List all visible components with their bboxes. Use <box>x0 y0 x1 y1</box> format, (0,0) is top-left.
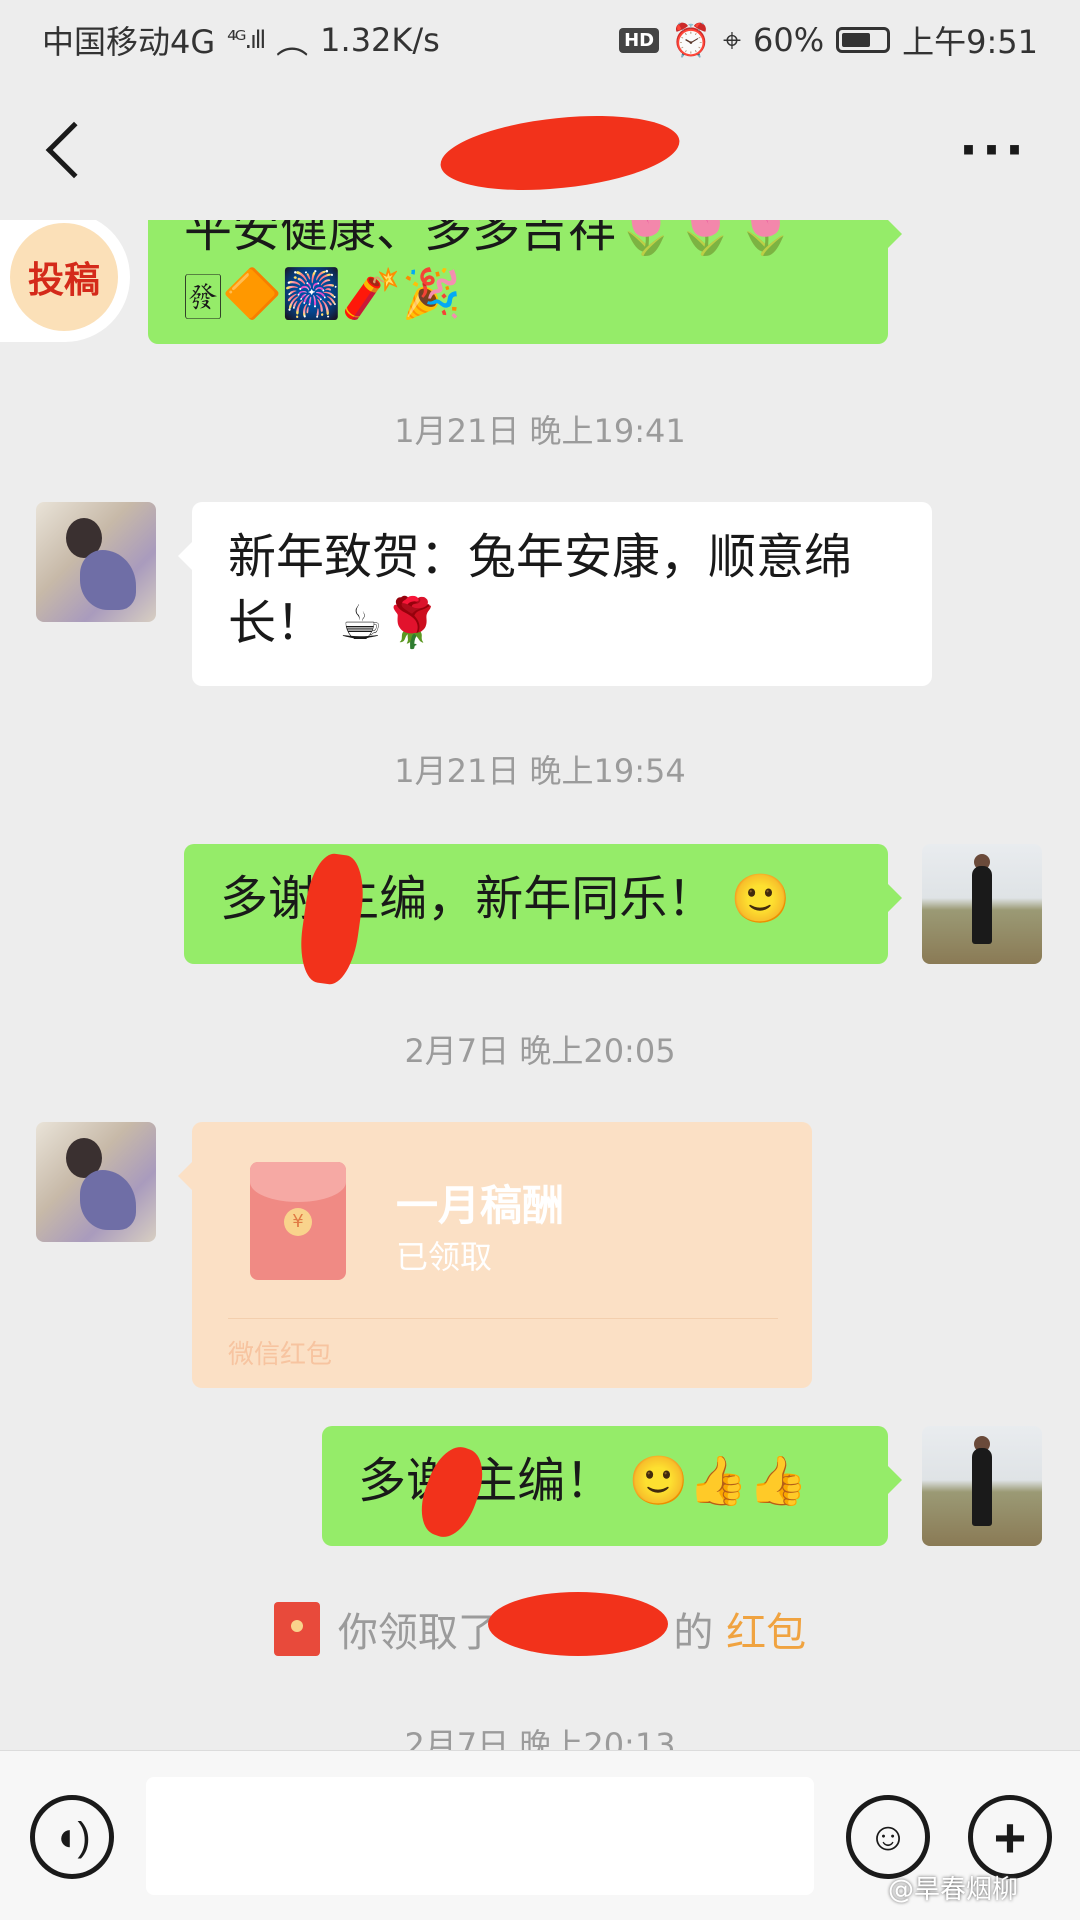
battery-icon <box>836 27 891 53</box>
contact-avatar[interactable] <box>36 502 156 622</box>
submit-badge-label: 投稿 <box>10 223 118 331</box>
hd-icon: HD <box>619 27 660 53</box>
avatar-art <box>972 1448 992 1526</box>
contact-avatar[interactable] <box>36 1122 156 1242</box>
notice-suffix: 的 <box>673 1610 714 1656</box>
system-notice: 你领取了 的 红包 <box>0 1592 1080 1658</box>
chat-messages[interactable]: 平安健康、多多吉祥🌷🌷🌷 🀅🔶🎆🧨🎉 1月21日 晚上19:41 新年致贺：兔年… <box>0 220 1080 1750</box>
back-chevron-icon[interactable] <box>45 121 103 179</box>
red-packet-card[interactable]: ¥ 一月稿酬 已领取 微信红包 <box>178 1122 812 1388</box>
signal-icon: ⁴ᴳ.ıll <box>227 26 266 54</box>
chat-title <box>436 100 684 201</box>
message-bubble-outgoing[interactable]: 平安健康、多多吉祥🌷🌷🌷 🀅🔶🎆🧨🎉 <box>148 220 902 344</box>
watermark: @旱春烟柳 <box>888 1875 1019 1905</box>
timestamp: 1月21日 晚上19:54 <box>394 752 686 790</box>
chat-header: ··· <box>0 80 1080 220</box>
avatar-art <box>80 550 136 610</box>
status-bar: 中国移动4G ⁴ᴳ.ıll ︵ 1.32K/s HD ⏰ ⌖ 60% 上午9:5… <box>0 0 1080 80</box>
self-avatar[interactable] <box>922 1426 1042 1546</box>
message-bubble-outgoing[interactable]: 多谢 主编！ 🙂👍👍 <box>322 1426 902 1546</box>
notice-text: 你领取了 的 红包 <box>337 1592 806 1658</box>
carrier-label: 中国移动4G <box>42 23 216 61</box>
location-icon: ⌖ <box>722 20 741 59</box>
submit-badge[interactable]: 投稿 <box>0 212 130 342</box>
more-options-icon[interactable]: ··· <box>959 121 1028 179</box>
divider <box>228 1318 778 1319</box>
notice-prefix: 你领取了 <box>337 1610 498 1656</box>
timestamp: 2月7日 晚上20:13 <box>404 1726 676 1750</box>
network-speed: 1.32K/s <box>320 21 440 59</box>
message-emoji-line: 🀅🔶🎆🧨🎉 <box>184 266 462 322</box>
clock: 上午9:51 <box>902 23 1038 61</box>
emoji-icon[interactable]: ☺ <box>846 1795 930 1879</box>
yuan-coin-icon: ¥ <box>284 1208 312 1236</box>
status-right: HD ⏰ ⌖ 60% 上午9:51 <box>619 17 1038 63</box>
redaction-mark <box>487 1592 668 1656</box>
red-packet-small-icon <box>273 1602 320 1656</box>
self-avatar[interactable] <box>922 844 1042 964</box>
avatar-art <box>972 866 992 944</box>
red-packet-footer: 微信红包 <box>228 1340 333 1370</box>
avatar-art <box>80 1170 136 1230</box>
message-text: 新年致贺：兔年安康，顺意绵长！ ☕🌹 <box>228 529 853 651</box>
message-text-line: 平安健康、多多吉祥🌷🌷🌷 <box>184 220 796 258</box>
red-packet-link[interactable]: 红包 <box>726 1610 806 1656</box>
message-input[interactable] <box>146 1777 814 1895</box>
input-bar: ◖) ☺ + @旱春烟柳 <box>0 1750 1080 1920</box>
red-packet-status: 已领取 <box>396 1238 493 1276</box>
battery-percent: 60% <box>753 21 825 59</box>
alarm-icon: ⏰ <box>671 21 711 59</box>
status-left: 中国移动4G ⁴ᴳ.ıll ︵ 1.32K/s <box>42 17 440 63</box>
timestamp: 1月21日 晚上19:41 <box>394 412 686 450</box>
plus-icon[interactable]: + <box>968 1795 1052 1879</box>
message-bubble-incoming[interactable]: 新年致贺：兔年安康，顺意绵长！ ☕🌹 <box>178 502 932 686</box>
wifi-icon: ︵ <box>276 23 309 61</box>
message-bubble-outgoing[interactable]: 多谢 主编，新年同乐！ 🙂 <box>184 844 902 988</box>
redaction-mark <box>436 105 684 201</box>
timestamp: 2月7日 晚上20:05 <box>404 1032 676 1070</box>
red-packet-title: 一月稿酬 <box>396 1181 565 1230</box>
voice-icon[interactable]: ◖) <box>30 1795 114 1879</box>
red-packet-flap <box>250 1162 346 1202</box>
red-packet-icon: ¥ <box>250 1162 346 1280</box>
